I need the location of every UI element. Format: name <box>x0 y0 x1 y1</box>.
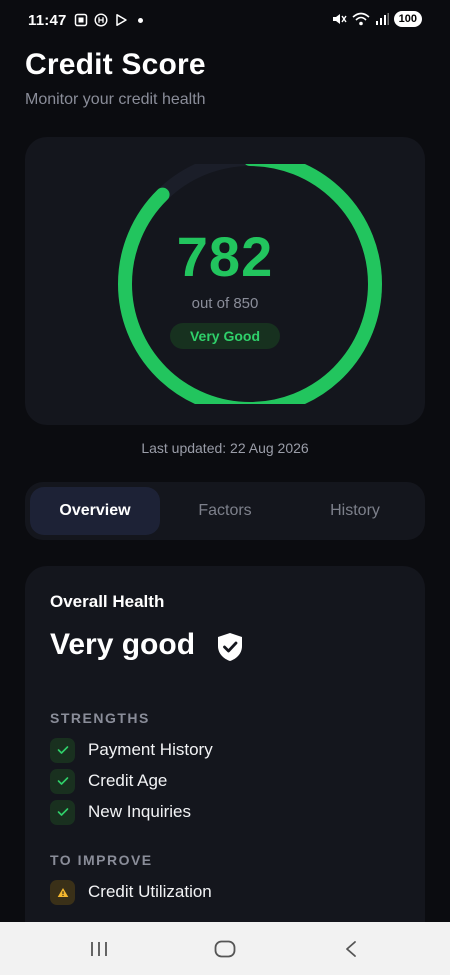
last-updated: Last updated: 22 Aug 2026 <box>141 440 309 456</box>
mute-icon <box>332 14 347 24</box>
strength-label: Credit Age <box>88 771 168 790</box>
back-button[interactable] <box>331 934 371 964</box>
improve-label: Credit Utilization <box>88 882 212 901</box>
status-system-icons: 100 <box>331 11 422 27</box>
strength-item: New Inquiries <box>50 799 191 825</box>
status-time: 11:47 <box>28 12 67 29</box>
recent-apps-button[interactable] <box>79 934 119 964</box>
score-rating-badge: Very Good <box>170 323 280 349</box>
overall-health-card: Overall Health Very good STRENGTHS Payme… <box>25 566 425 946</box>
notification-h-icon <box>94 13 108 27</box>
health-status: Very good <box>50 628 196 661</box>
score-max-label: out of 850 <box>191 295 259 312</box>
status-notification-icons <box>74 13 143 27</box>
play-icon <box>116 14 127 26</box>
dot-icon <box>138 17 143 23</box>
back-icon <box>346 941 356 957</box>
recent-apps-icon <box>91 942 107 956</box>
home-icon <box>214 940 236 958</box>
strength-item: Credit Age <box>50 768 167 794</box>
page-subtitle: Monitor your credit health <box>25 91 206 108</box>
signal-icon <box>375 13 389 25</box>
tab-factors[interactable]: Factors <box>160 487 290 535</box>
status-bar: 11:47 100 <box>0 0 450 42</box>
tab-bar: Overview Factors History <box>25 482 425 540</box>
shield-check-icon <box>218 633 242 661</box>
screenshot-icon <box>74 13 88 27</box>
system-nav-bar <box>0 922 450 975</box>
score-card: 782 out of 850 Very Good <box>25 137 425 425</box>
check-icon <box>50 768 75 794</box>
credit-score-screen: 11:47 100 Credit Score Monitor your cred… <box>0 0 450 975</box>
improve-heading: TO IMPROVE <box>50 852 153 868</box>
strengths-heading: STRENGTHS <box>50 710 150 726</box>
improve-item: Credit Utilization <box>50 879 212 905</box>
strength-label: Payment History <box>88 740 213 759</box>
tab-history[interactable]: History <box>290 487 420 535</box>
wifi-icon <box>352 12 370 26</box>
health-label: Overall Health <box>50 592 165 611</box>
check-icon <box>50 799 75 825</box>
warning-icon <box>50 879 75 905</box>
score-value: 782 <box>176 225 274 288</box>
page-title: Credit Score <box>25 48 206 81</box>
check-icon <box>50 737 75 763</box>
tab-overview[interactable]: Overview <box>30 487 160 535</box>
strength-label: New Inquiries <box>88 802 191 821</box>
strength-item: Payment History <box>50 737 213 763</box>
battery-icon: 100 <box>393 11 422 27</box>
home-button[interactable] <box>205 934 245 964</box>
